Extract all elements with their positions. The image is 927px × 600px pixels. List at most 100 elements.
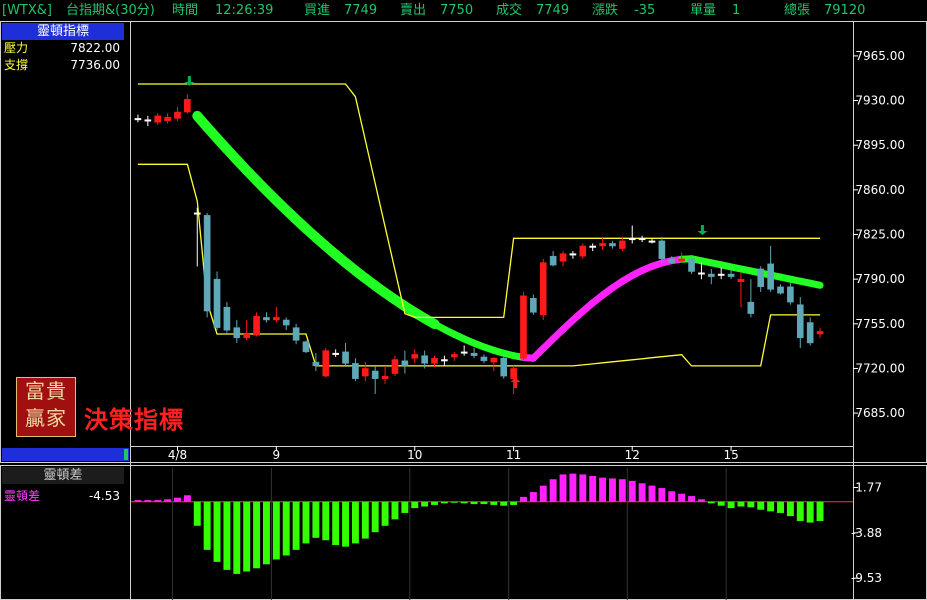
hist-bar — [796, 501, 804, 521]
candle-body — [757, 268, 765, 288]
candle-body — [668, 258, 676, 263]
hist-bar — [292, 501, 300, 550]
candle-body — [174, 111, 181, 119]
candle-body — [549, 255, 557, 266]
candle-body — [342, 351, 349, 364]
support-value: 7736.00 — [70, 58, 120, 72]
hist-bar — [154, 500, 162, 502]
header-change: -35 — [634, 3, 656, 18]
y-tick-label: 7965.00 — [855, 49, 905, 63]
candle-body — [737, 278, 745, 282]
indicator-title[interactable]: 靈頓指標 — [2, 23, 124, 40]
scroll-indicator[interactable] — [2, 448, 129, 461]
candle-body — [322, 350, 330, 377]
header-product: 台指期&(30分) — [66, 3, 155, 18]
hist-bar — [579, 474, 587, 502]
hist-bar — [569, 473, 577, 502]
resistance-line — [137, 83, 821, 319]
candle-body — [460, 351, 468, 354]
hist-bar — [381, 501, 389, 526]
candle-body — [282, 319, 290, 326]
sub-panel-label: 靈頓差 — [4, 489, 41, 503]
hist-bar — [460, 501, 468, 504]
header-ask: 7750 — [440, 3, 474, 18]
candle-body — [777, 286, 784, 294]
y-tick-label: 7790.00 — [855, 272, 905, 286]
hist-bar — [707, 501, 715, 504]
candle-body — [411, 354, 419, 359]
hist-bar — [183, 495, 191, 502]
x-tick-label: 12 — [625, 448, 640, 462]
header-change-label: 漲跌 — [592, 3, 619, 18]
candle-body — [203, 215, 211, 312]
scroll-thumb[interactable] — [124, 449, 128, 460]
hist-bar — [668, 491, 676, 502]
hist-bar — [203, 501, 211, 550]
hist-bar — [401, 501, 409, 513]
candle-body — [658, 240, 666, 259]
candle-body — [698, 272, 705, 275]
candle-body — [253, 315, 260, 336]
hist-bar — [599, 477, 607, 502]
candle-body — [648, 240, 656, 243]
buy-signal-arrow-icon — [510, 378, 521, 388]
resistance-value: 7822.00 — [70, 41, 120, 55]
hist-bar — [727, 501, 735, 509]
candle-body — [243, 333, 251, 339]
hist-bar — [421, 501, 429, 507]
header-volume: 1 — [732, 3, 741, 18]
candle-body — [371, 370, 379, 379]
hist-y-tick-label: -9.53 — [851, 571, 882, 585]
logo-caption: 決策指標 — [84, 406, 184, 434]
hist-bar — [193, 501, 201, 526]
candle-body — [520, 295, 527, 359]
hist-bar — [786, 501, 794, 517]
hist-bar — [411, 501, 419, 509]
candle-body — [816, 331, 824, 335]
y-tick-label: 7825.00 — [855, 228, 905, 242]
candle-body — [421, 355, 428, 364]
y-tick-label: 7860.00 — [855, 183, 905, 197]
hist-bar — [470, 501, 478, 505]
hist-bar — [589, 476, 597, 502]
header-last-label: 成交 — [496, 3, 523, 18]
candle-body — [193, 212, 201, 215]
sub-panel-border — [0, 465, 927, 600]
candle-body — [154, 115, 162, 123]
candle-body — [767, 263, 774, 290]
candle-body — [273, 317, 280, 321]
candle-body — [490, 357, 498, 363]
hist-bar — [243, 501, 251, 572]
hist-bar — [697, 499, 705, 502]
y-tick-label: 7930.00 — [855, 94, 905, 108]
candle-body — [717, 273, 725, 276]
hist-bar — [342, 501, 350, 547]
hist-bar — [658, 488, 666, 502]
header-time: 12:26:39 — [215, 3, 274, 18]
x-tick-label: 11 — [506, 448, 521, 462]
header-ask-label: 賣出 — [400, 3, 427, 18]
candle-body — [164, 116, 171, 122]
indicator-panel: 靈頓指標 壓力 7822.00 支撐 7736.00 — [2, 23, 124, 77]
hist-bar — [500, 501, 508, 506]
hist-bar — [490, 501, 498, 505]
support-label: 支撐 — [4, 58, 29, 72]
candle-body — [500, 357, 508, 377]
hist-bar — [262, 501, 270, 565]
hist-bar — [371, 501, 379, 533]
candle-body — [223, 306, 231, 331]
header-time-label: 時間 — [172, 3, 199, 18]
hist-bar — [312, 501, 320, 538]
hist-bar — [757, 501, 765, 510]
x-tick-label: 9 — [273, 448, 281, 462]
candle-body — [450, 354, 458, 358]
hist-bar — [678, 493, 686, 502]
candle-body — [510, 368, 517, 379]
hist-bar — [618, 479, 626, 502]
x-tick-label: 4/8 — [168, 448, 187, 462]
header-last: 7749 — [536, 3, 570, 18]
hist-bar — [816, 501, 824, 521]
candle-body — [263, 317, 270, 321]
candle-body — [747, 301, 755, 314]
candle-body — [609, 243, 616, 247]
